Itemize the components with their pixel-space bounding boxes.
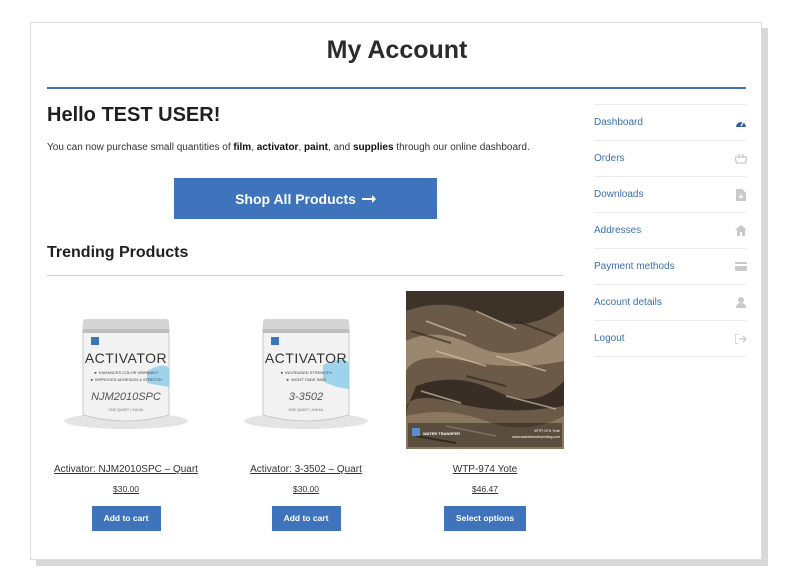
shop-all-products-button[interactable]: Shop All Products bbox=[174, 178, 437, 219]
nav-label: Payment methods bbox=[594, 261, 675, 272]
intro-keyword-supplies: supplies bbox=[352, 142, 394, 153]
can-line-2: ► WON'T FADE INKS bbox=[286, 377, 326, 382]
product-price: $30.00 bbox=[293, 484, 319, 494]
basket-icon bbox=[735, 153, 747, 165]
nav-item-dashboard[interactable]: Dashboard bbox=[594, 104, 747, 141]
can-code: 3-3502 bbox=[288, 391, 324, 403]
intro-text: You can now purchase small quantities of… bbox=[47, 142, 530, 153]
account-navigation: Dashboard Orders Downloads Addresses Pay… bbox=[594, 104, 747, 357]
can-line-1: ► ENHANCES COLOR VIBRANCY bbox=[93, 370, 159, 375]
nav-item-logout[interactable]: Logout bbox=[594, 321, 747, 357]
intro-keyword-paint: paint bbox=[304, 142, 328, 153]
add-to-cart-button[interactable]: Add to cart bbox=[271, 506, 341, 531]
nav-label: Orders bbox=[594, 153, 625, 164]
intro-sep: , and bbox=[327, 142, 353, 153]
file-download-icon bbox=[735, 188, 747, 201]
can-line-2: ► IMPROVES ADHESION & STRETCH bbox=[90, 377, 162, 382]
intro-keyword-activator: activator bbox=[256, 142, 299, 153]
nav-label: Logout bbox=[594, 333, 625, 344]
logout-icon bbox=[735, 333, 747, 345]
nav-item-downloads[interactable]: Downloads bbox=[594, 177, 747, 213]
nav-label: Addresses bbox=[594, 225, 642, 236]
product-image[interactable]: WATER TRANSFER WTP-974 Yote www.watertra… bbox=[406, 291, 564, 449]
can-line-1: ► INCREASED STRENGTH bbox=[280, 370, 332, 375]
shop-all-products-label: Shop All Products bbox=[235, 190, 356, 207]
product-name-link[interactable]: WTP-974 Yote bbox=[406, 464, 564, 475]
nav-item-payment-methods[interactable]: Payment methods bbox=[594, 249, 747, 285]
product-name-link[interactable]: Activator: NJM2010SPC – Quart bbox=[47, 464, 205, 475]
nav-item-account-details[interactable]: Account details bbox=[594, 285, 747, 321]
logo-text: WATER TRANSFER bbox=[423, 431, 461, 436]
intro-suffix: through our online dashboard. bbox=[393, 142, 530, 153]
product-price: $30.00 bbox=[113, 484, 139, 494]
trending-heading: Trending Products bbox=[47, 244, 189, 261]
intro-keyword-film: film bbox=[233, 142, 252, 153]
intro-prefix: You can now purchase small quantities of bbox=[47, 142, 234, 153]
greeting-heading: Hello TEST USER! bbox=[47, 104, 221, 126]
product-image[interactable]: ACTIVATOR ► INCREASED STRENGTH ► WON'T F… bbox=[227, 291, 385, 449]
image-tag: WTP-974 Yote bbox=[534, 428, 560, 433]
can-brand: ACTIVATOR bbox=[264, 350, 348, 366]
page-title: My Account bbox=[326, 36, 468, 64]
product-card: WATER TRANSFER WTP-974 Yote www.watertra… bbox=[406, 291, 564, 531]
can-code: NJM2010SPC bbox=[91, 391, 161, 403]
dashboard-gauge-icon bbox=[735, 117, 747, 129]
add-to-cart-button[interactable]: Add to cart bbox=[91, 506, 161, 531]
title-divider bbox=[47, 87, 746, 89]
fur-pattern-image bbox=[406, 291, 564, 449]
product-card: ACTIVATOR ► ENHANCES COLOR VIBRANCY ► IM… bbox=[47, 291, 205, 531]
can-brand: ACTIVATOR bbox=[84, 350, 168, 366]
can-size: ONE QUART | 946 ML bbox=[108, 408, 144, 412]
nav-item-addresses[interactable]: Addresses bbox=[594, 213, 747, 249]
product-price: $46.47 bbox=[472, 484, 498, 494]
credit-card-icon bbox=[735, 261, 747, 273]
nav-label: Dashboard bbox=[594, 117, 643, 128]
nav-label: Account details bbox=[594, 297, 662, 308]
product-name-link[interactable]: Activator: 3-3502 – Quart bbox=[227, 464, 385, 475]
user-icon bbox=[735, 297, 747, 309]
image-site: www.watertransferprinting.com bbox=[512, 435, 560, 439]
trending-divider bbox=[47, 275, 564, 276]
product-card: ACTIVATOR ► INCREASED STRENGTH ► WON'T F… bbox=[227, 291, 385, 531]
nav-item-orders[interactable]: Orders bbox=[594, 141, 747, 177]
nav-label: Downloads bbox=[594, 189, 644, 200]
select-options-button[interactable]: Select options bbox=[444, 506, 526, 531]
product-image[interactable]: ACTIVATOR ► ENHANCES COLOR VIBRANCY ► IM… bbox=[47, 291, 205, 449]
arrow-right-icon bbox=[361, 194, 376, 203]
can-size: ONE QUART | 946 ML bbox=[288, 408, 324, 412]
home-icon bbox=[735, 225, 747, 237]
